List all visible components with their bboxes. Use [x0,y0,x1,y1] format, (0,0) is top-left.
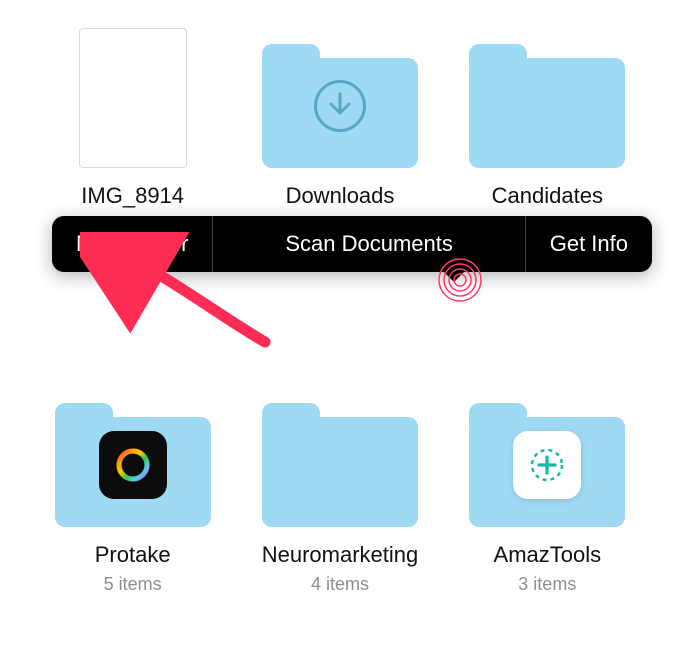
protake-app-icon [99,431,167,499]
item-label: Candidates [492,182,603,210]
context-menu: New Folder Scan Documents Get Info [52,216,652,272]
item-sub: 4 items [311,574,369,595]
folder-thumbnail [449,387,646,527]
file-grid: IMG_8914 24 Downloads [0,0,680,595]
file-item-img8914[interactable]: IMG_8914 24 [34,28,231,237]
item-label: Neuromarketing [262,541,419,569]
item-sub: 3 items [518,574,576,595]
item-label: IMG_8914 [81,182,184,210]
folder-item-candidates[interactable]: Candidates [449,28,646,237]
file-thumbnail [34,28,231,168]
menu-get-info[interactable]: Get Info [526,216,652,272]
folder-icon [262,44,418,168]
folder-icon [262,403,418,527]
folder-item-neuromarketing[interactable]: Neuromarketing 4 items [241,387,438,596]
menu-new-folder[interactable]: New Folder [52,216,212,272]
folder-icon [469,44,625,168]
download-arrow-icon [314,80,366,132]
folder-item-protake[interactable]: Protake 5 items [34,387,231,596]
item-label: Downloads [286,182,395,210]
blank-document-icon [79,28,187,168]
folder-thumbnail [241,28,438,168]
folder-item-amaztools[interactable]: AmazTools 3 items [449,387,646,596]
item-label: Protake [95,541,171,569]
touch-ripple-icon [436,256,484,304]
folder-thumbnail [34,387,231,527]
item-sub: 5 items [104,574,162,595]
folder-item-downloads[interactable]: Downloads [241,28,438,237]
folder-icon [469,403,625,527]
amaztools-app-icon [513,431,581,499]
folder-thumbnail [241,387,438,527]
folder-thumbnail [449,28,646,168]
folder-icon [55,403,211,527]
item-label: AmazTools [494,541,602,569]
